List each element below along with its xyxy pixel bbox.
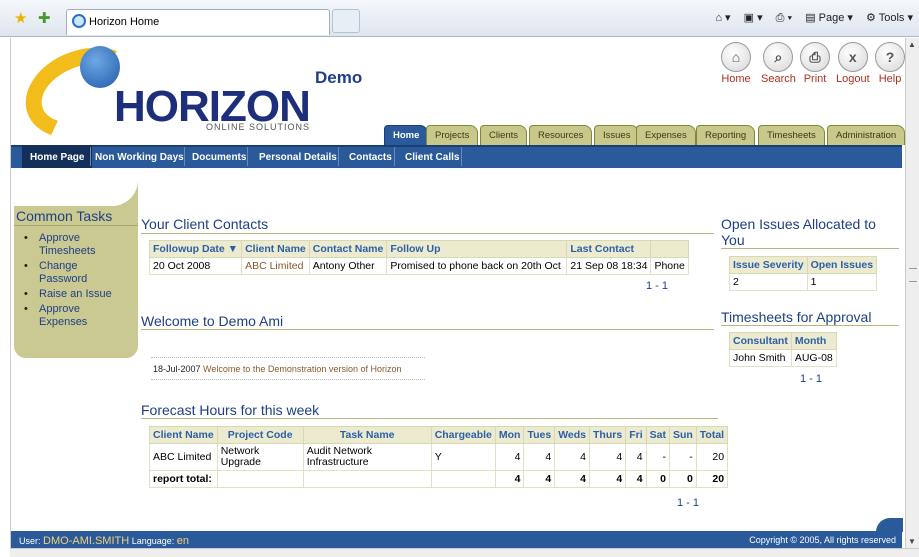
browser-tab-title: Horizon Home xyxy=(89,16,160,28)
logout-link[interactable]: x Logout xyxy=(836,42,870,85)
browser-toolbar: ★ ✚ Horizon Home ⌂ ▾ ▣ ▾ ⎙ ▾ ▤ Page ▾ ⚙ … xyxy=(0,0,919,37)
client-link[interactable]: ABC Limited xyxy=(241,257,310,275)
subnav-non-working-days[interactable]: Non Working Days xyxy=(95,152,184,163)
forecast-pager: 1 - 1 xyxy=(677,497,700,509)
favorites-star-icon[interactable]: ★ xyxy=(14,9,27,27)
tools-menu[interactable]: ⚙ Tools ▾ xyxy=(866,11,913,24)
user-info: User: DMO-AMI.SMITH Language: en xyxy=(19,535,190,547)
welcome-message: 18-Jul-2007 Welcome to the Demonstration… xyxy=(151,357,425,380)
col-contact-type xyxy=(650,240,689,258)
timesheets-table: Consultant Month John Smith AUG-08 xyxy=(729,332,837,367)
user-name: DMO-AMI.SMITH xyxy=(43,535,130,547)
subnav-home-page[interactable]: Home Page xyxy=(22,145,93,168)
table-row[interactable]: John Smith AUG-08 xyxy=(729,349,837,367)
common-tasks-panel: Common Tasks Approve Timesheets Change P… xyxy=(14,168,138,358)
search-link[interactable]: ⌕ Search xyxy=(761,42,796,85)
tab-reporting[interactable]: Reporting xyxy=(696,125,756,145)
tab-clients[interactable]: Clients xyxy=(480,125,528,145)
logout-icon: x xyxy=(837,42,868,72)
horizon-logo[interactable]: HORIZON ONLINE SOLUTIONS xyxy=(12,32,314,154)
search-icon: ⌕ xyxy=(763,42,794,72)
help-icon: ? xyxy=(875,42,905,72)
new-tab-button[interactable] xyxy=(332,9,360,33)
task-raise-issue[interactable]: Raise an Issue xyxy=(22,288,122,301)
vertical-scrollbar[interactable]: ▲ ▼ xyxy=(905,38,919,548)
tab-timesheets[interactable]: Timesheets xyxy=(758,125,825,145)
home-link[interactable]: ⌂ Home xyxy=(721,42,751,85)
browser-tab[interactable]: Horizon Home xyxy=(66,9,330,35)
col-contact-name[interactable]: Contact Name xyxy=(308,240,388,258)
open-issues-title: Open Issues Allocated to You xyxy=(721,216,876,248)
task-change-password[interactable]: Change Password xyxy=(22,260,102,286)
sub-navigation: Home Page Non Working Days Documents Per… xyxy=(11,145,902,168)
language: en xyxy=(176,535,190,547)
tab-home[interactable]: Home xyxy=(384,125,429,145)
home-icon: ⌂ xyxy=(721,42,751,72)
welcome-title: Welcome to Demo Ami xyxy=(141,313,284,329)
timesheets-approval-title: Timesheets for Approval xyxy=(721,309,872,325)
tab-administration[interactable]: Administration xyxy=(827,125,906,145)
subnav-personal-details[interactable]: Personal Details xyxy=(259,152,337,163)
command-bar: ⌂ ▾ ▣ ▾ ⎙ ▾ ▤ Page ▾ ⚙ Tools ▾ xyxy=(705,11,913,25)
table-row: 20 Oct 2008 ABC Limited Antony Other Pro… xyxy=(148,257,689,275)
top-icon-bar: ⌂ Home ⌕ Search ⎙ Print x Logout ? Help xyxy=(720,42,905,86)
page-menu[interactable]: ▤ Page ▾ xyxy=(805,11,853,24)
horizontal-scrollbar[interactable] xyxy=(10,548,919,557)
logo-subtitle: ONLINE SOLUTIONS xyxy=(206,122,311,132)
welcome-link[interactable]: Welcome to the Demonstration version of … xyxy=(203,364,401,374)
col-client-name[interactable]: Client Name xyxy=(241,240,310,258)
tab-expenses[interactable]: Expenses xyxy=(636,125,696,145)
contacts-pager: 1 - 1 xyxy=(646,280,669,292)
tab-projects[interactable]: Projects xyxy=(426,125,479,145)
print-icon: ⎙ xyxy=(800,42,830,72)
col-followup-date[interactable]: Followup Date ▼ xyxy=(148,240,243,258)
add-favorites-icon[interactable]: ✚ xyxy=(38,9,51,27)
common-tasks-title: Common Tasks xyxy=(16,208,113,224)
subnav-documents[interactable]: Documents xyxy=(192,152,246,163)
task-approve-timesheets[interactable]: Approve Timesheets xyxy=(22,232,102,258)
timesheets-pager: 1 - 1 xyxy=(800,373,823,385)
environment-title: Demo xyxy=(315,68,363,87)
copyright: Copyright © 2005, All rights reserved xyxy=(749,535,896,545)
print-link[interactable]: ⎙ Print xyxy=(800,42,830,85)
help-link[interactable]: ? Help xyxy=(875,42,905,85)
task-approve-expenses[interactable]: Approve Expenses xyxy=(22,303,102,329)
print-icon[interactable]: ⎙ ▾ xyxy=(776,12,792,25)
tab-resources[interactable]: Resources xyxy=(529,125,593,145)
tab-issues[interactable]: Issues xyxy=(594,125,640,145)
footer-bar: User: DMO-AMI.SMITH Language: en Copyrig… xyxy=(11,531,902,548)
table-row[interactable]: 2 1 xyxy=(729,273,878,291)
subnav-client-calls[interactable]: Client Calls xyxy=(405,152,459,163)
feeds-icon[interactable]: ▣ ▾ xyxy=(744,11,763,24)
table-total-row: report total: 4 4 4 4 4 0 0 20 xyxy=(149,470,729,488)
ie-icon xyxy=(72,14,86,28)
home-icon[interactable]: ⌂ ▾ xyxy=(715,11,730,24)
table-row: ABC Limited Network Upgrade Audit Networ… xyxy=(149,443,729,471)
common-tasks-list: Approve Timesheets Change Password Raise… xyxy=(22,232,122,331)
col-follow-up[interactable]: Follow Up xyxy=(386,240,568,258)
client-contacts-title: Your Client Contacts xyxy=(141,216,269,232)
open-issues-table: Issue Severity Open Issues 2 1 xyxy=(729,256,878,291)
client-contacts-table: Followup Date ▼ Client Name Contact Name… xyxy=(148,240,689,275)
subnav-contacts[interactable]: Contacts xyxy=(349,152,392,163)
forecast-table: Client Name Project Code Task Name Charg… xyxy=(149,426,729,488)
col-last-contact[interactable]: Last Contact xyxy=(566,240,652,258)
forecast-title: Forecast Hours for this week xyxy=(141,402,320,418)
